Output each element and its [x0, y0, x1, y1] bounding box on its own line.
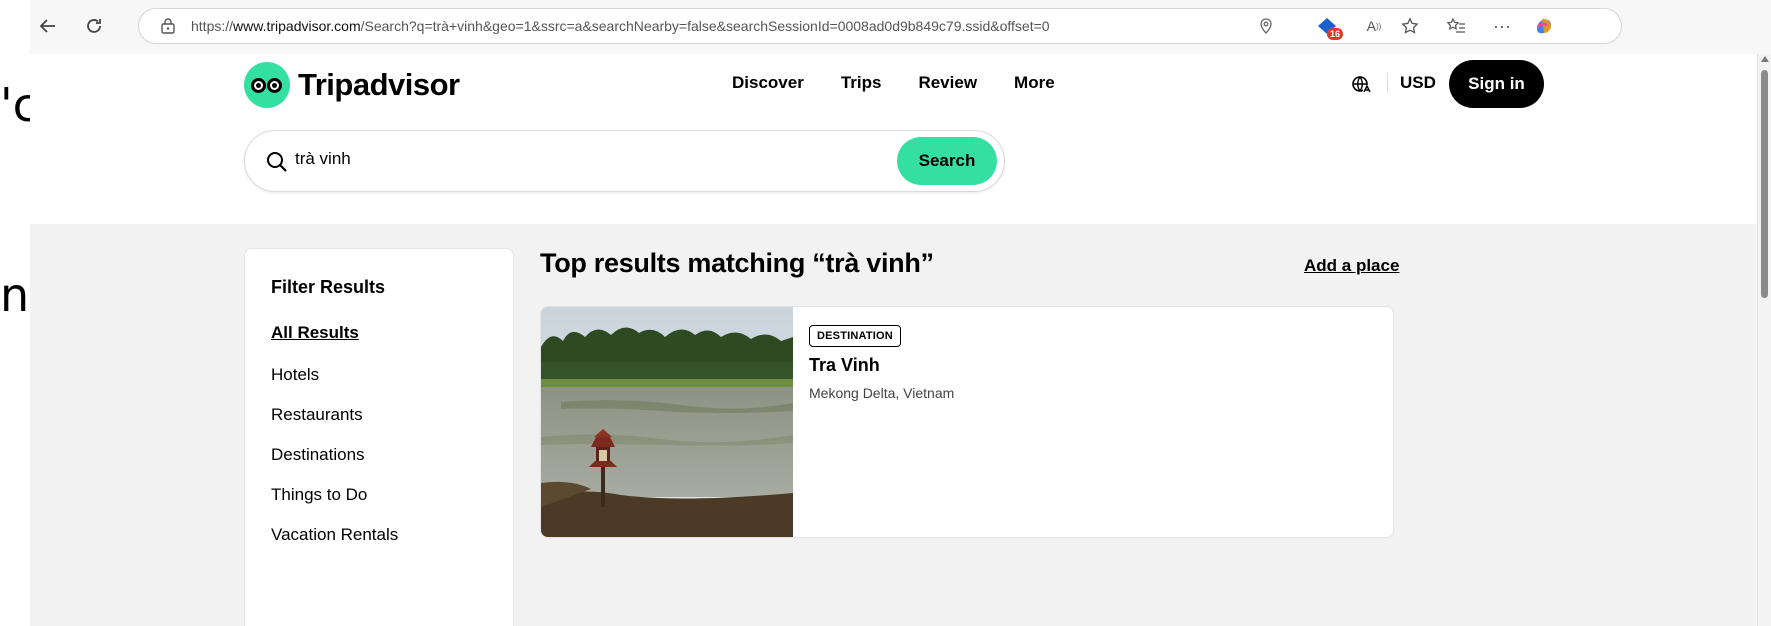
- browser-toolbar: https://www.tripadvisor.com/Search?q=trà…: [30, 0, 1771, 54]
- destination-photo[interactable]: [541, 307, 793, 538]
- filter-things-to-do[interactable]: Things to Do: [271, 485, 367, 505]
- add-a-place-link[interactable]: Add a place: [1304, 256, 1399, 276]
- owl-logo-icon: [244, 62, 290, 108]
- nav-more[interactable]: More: [1014, 73, 1055, 93]
- favorites-list-icon[interactable]: [1442, 12, 1470, 40]
- more-options-icon[interactable]: ···: [1488, 12, 1516, 40]
- main-nav: Discover Trips Review More: [732, 73, 1092, 93]
- filter-title: Filter Results: [271, 277, 386, 297]
- result-type-badge: DESTINATION: [809, 325, 901, 347]
- refresh-button[interactable]: [78, 10, 110, 42]
- language-globe-icon[interactable]: [1350, 73, 1372, 95]
- filter-all-results[interactable]: All Results: [271, 323, 359, 343]
- tripadvisor-logo[interactable]: Tripadvisor: [244, 62, 460, 108]
- back-button[interactable]: [32, 10, 64, 42]
- currency-selector[interactable]: USD: [1387, 73, 1436, 93]
- result-name[interactable]: Tra Vinh: [809, 355, 880, 376]
- filter-restaurants[interactable]: Restaurants: [271, 405, 363, 425]
- tripadvisor-page: Tripadvisor Discover Trips Review More U…: [30, 54, 1757, 626]
- read-aloud-icon[interactable]: A)): [1360, 12, 1388, 40]
- logo-text: Tripadvisor: [298, 67, 460, 102]
- results-heading: Top results matching “trà vinh”: [540, 248, 934, 278]
- vertical-scrollbar[interactable]: [1757, 54, 1771, 626]
- result-location: Mekong Delta, Vietnam: [809, 385, 955, 401]
- search-input[interactable]: [295, 149, 795, 169]
- location-icon[interactable]: [1252, 12, 1280, 40]
- nav-trips[interactable]: Trips: [841, 73, 882, 93]
- search-bar: Search: [244, 130, 1005, 192]
- extension-badge: 16: [1326, 28, 1343, 40]
- nav-discover[interactable]: Discover: [732, 73, 804, 93]
- result-card[interactable]: DESTINATION Tra Vinh Mekong Delta, Vietn…: [540, 306, 1394, 538]
- scroll-up-arrow[interactable]: [1761, 56, 1769, 62]
- sign-in-button[interactable]: Sign in: [1449, 60, 1544, 108]
- nav-review[interactable]: Review: [918, 73, 977, 93]
- site-info-icon[interactable]: [159, 17, 177, 35]
- extension-icon[interactable]: 16: [1313, 12, 1343, 40]
- arrow-left-icon: [39, 19, 55, 33]
- site-header: Tripadvisor Discover Trips Review More U…: [30, 54, 1757, 224]
- search-icon: [267, 152, 287, 172]
- refresh-icon: [87, 19, 101, 33]
- filter-destinations[interactable]: Destinations: [271, 445, 365, 465]
- favorite-star-icon[interactable]: [1396, 12, 1424, 40]
- search-button[interactable]: Search: [897, 137, 997, 185]
- filter-hotels[interactable]: Hotels: [271, 365, 319, 385]
- scrollbar-thumb[interactable]: [1761, 70, 1768, 298]
- filter-panel: Filter Results All Results Hotels Restau…: [244, 248, 514, 626]
- copilot-icon[interactable]: [1530, 12, 1558, 40]
- filter-vacation-rentals[interactable]: Vacation Rentals: [271, 525, 398, 545]
- url-text: https://www.tripadvisor.com/Search?q=trà…: [191, 18, 1050, 34]
